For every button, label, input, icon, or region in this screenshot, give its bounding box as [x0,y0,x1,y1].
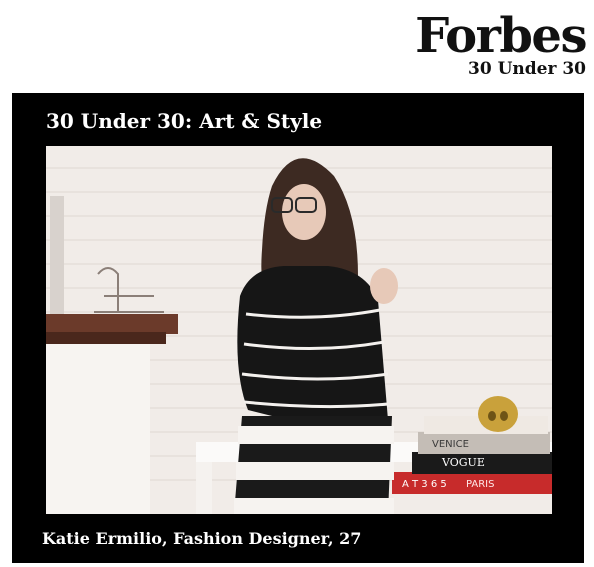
photo-illustration: VOGUE VENICE A T 3 6 5 PARIS [46,146,552,514]
book-spine-paris: PARIS [466,479,494,490]
feature-photo[interactable]: VOGUE VENICE A T 3 6 5 PARIS [46,146,552,514]
book-spine-venice: VENICE [432,439,469,450]
book-spine-vogue: VOGUE [441,456,485,469]
forbes-logo[interactable]: Forbes 30 Under 30 [415,8,587,78]
feature-panel: 30 Under 30: Art & Style VOGUE VENICE A … [12,93,584,563]
section-title: 30 Under 30: Art & Style [46,109,323,133]
brand-name: Forbes [415,8,587,64]
book-spine-at365: A T 3 6 5 [402,479,447,490]
photo-caption: Katie Ermilio, Fashion Designer, 27 [42,529,362,548]
